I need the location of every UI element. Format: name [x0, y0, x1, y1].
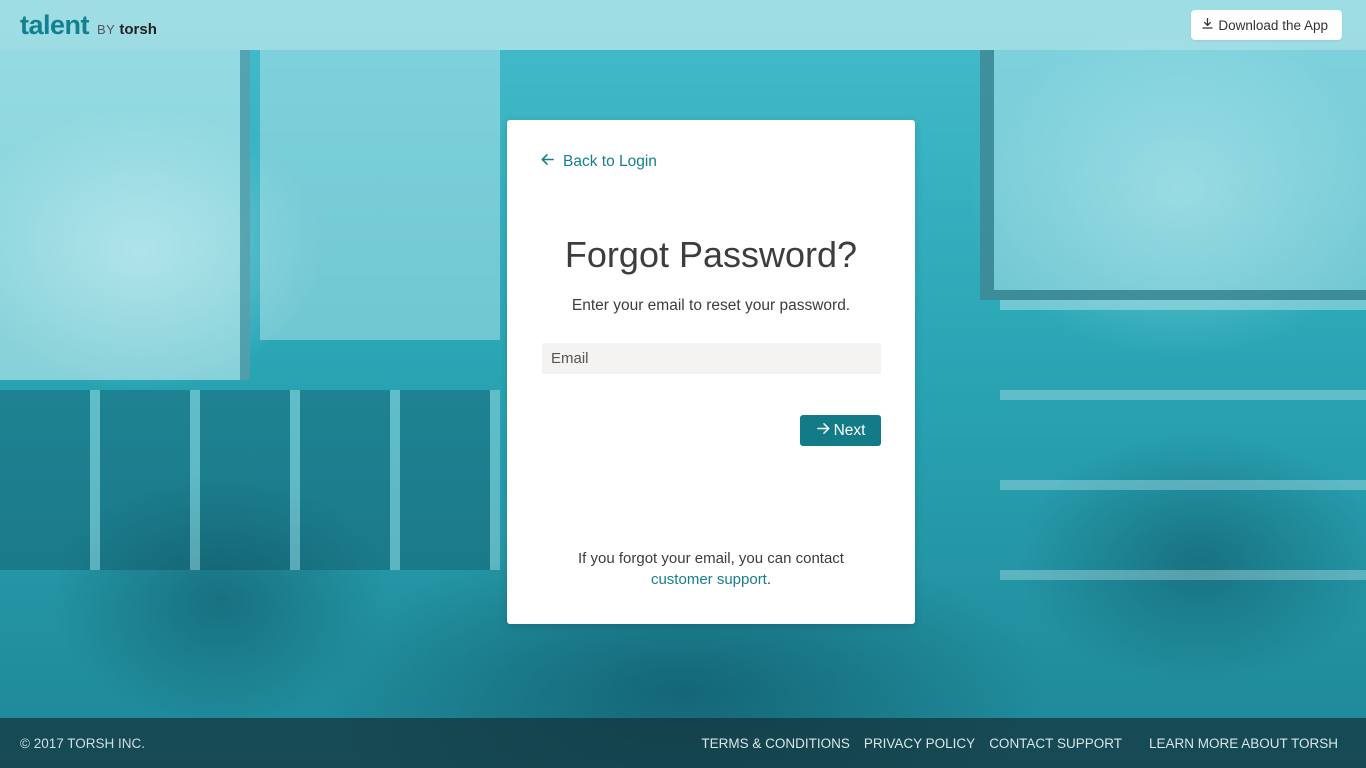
top-header: talent BY torsh Download the App	[0, 0, 1366, 50]
background-cubbies	[0, 390, 500, 570]
background-board	[260, 50, 500, 340]
footer-link-learn-more[interactable]: LEARN MORE ABOUT TORSH	[1149, 736, 1338, 751]
brand-name: talent	[20, 9, 90, 40]
arrow-left-icon	[540, 152, 555, 172]
help-text: If you forgot your email, you can contac…	[507, 548, 915, 590]
download-icon	[1201, 17, 1214, 33]
footer-link-contact-support[interactable]: CONTACT SUPPORT	[989, 736, 1122, 751]
download-app-button[interactable]: Download the App	[1191, 10, 1342, 40]
email-field[interactable]	[542, 343, 881, 374]
background-window	[980, 50, 1366, 300]
brand-by: BY	[97, 21, 116, 37]
page-subtitle: Enter your email to reset your password.	[571, 297, 851, 314]
background-bookshelf	[1000, 300, 1366, 600]
next-label: Next	[833, 421, 866, 439]
arrow-right-icon	[816, 421, 831, 441]
help-text-suffix: .	[766, 571, 772, 588]
back-to-login-label: Back to Login	[563, 153, 657, 170]
next-button[interactable]: Next	[800, 415, 881, 446]
background-whiteboard	[0, 50, 250, 380]
footer-link-privacy[interactable]: PRIVACY POLICY	[864, 736, 975, 751]
forgot-password-card: Back to Login Forgot Password? Enter you…	[507, 120, 915, 624]
back-to-login-link[interactable]: Back to Login	[540, 152, 657, 172]
brand-logo[interactable]: talent BY torsh	[20, 10, 157, 41]
copyright: © 2017 TORSH INC.	[20, 735, 145, 751]
footer-link-terms[interactable]: TERMS & CONDITIONS	[701, 736, 850, 751]
page-footer: © 2017 TORSH INC. TERMS & CONDITIONS PRI…	[0, 718, 1366, 768]
help-text-line: If you forgot your email, you can contac…	[578, 550, 844, 567]
download-app-label: Download the App	[1218, 17, 1328, 33]
page-title: Forgot Password?	[564, 234, 858, 275]
brand-company: torsh	[119, 20, 157, 38]
customer-support-link[interactable]: customer support	[651, 571, 767, 588]
footer-links: TERMS & CONDITIONS PRIVACY POLICY CONTAC…	[687, 736, 1338, 751]
help-text-link-line: customer support.	[507, 569, 915, 590]
